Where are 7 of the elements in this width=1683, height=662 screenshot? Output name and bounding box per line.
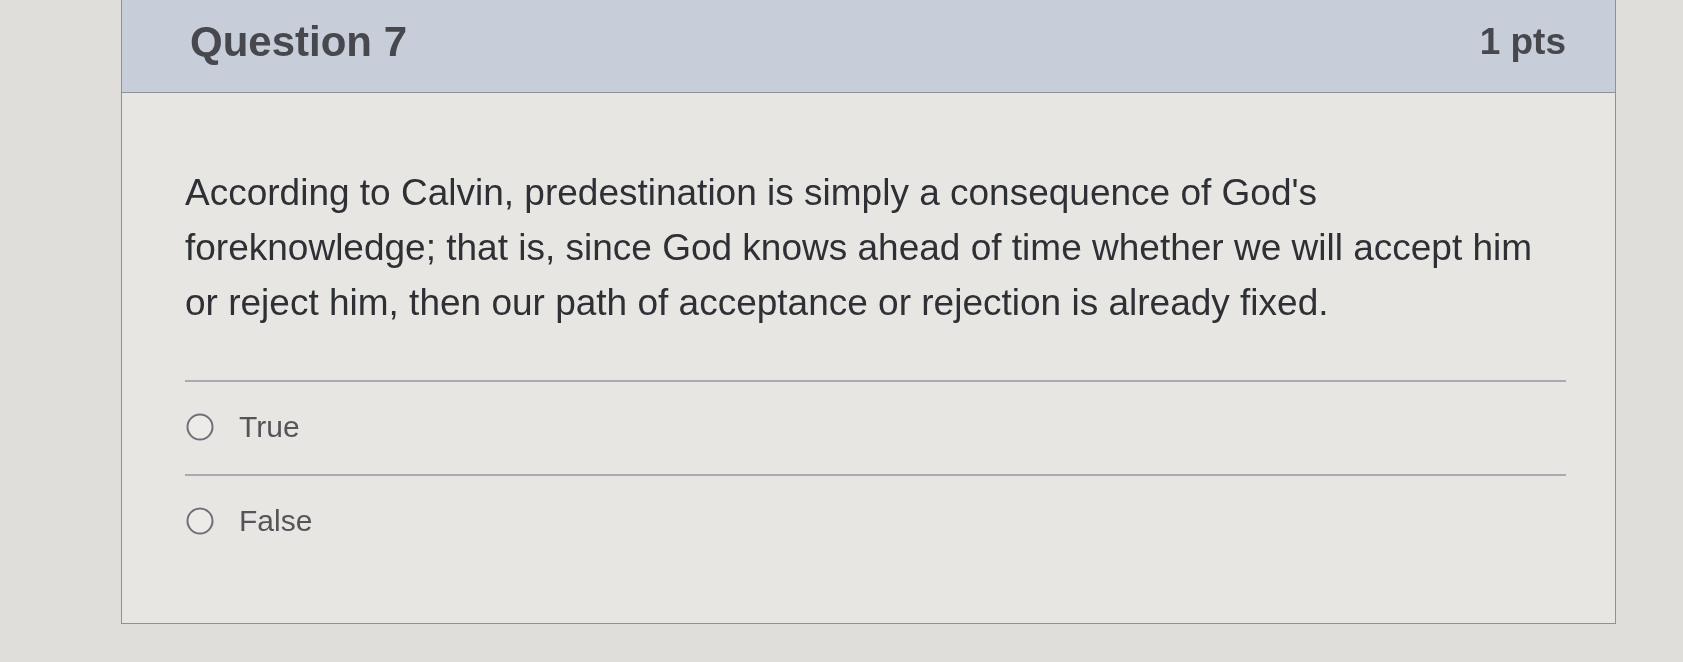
answer-label[interactable]: True bbox=[239, 410, 300, 444]
points-label: 1 pts bbox=[1479, 21, 1566, 63]
answer-label[interactable]: False bbox=[239, 504, 313, 538]
question-title: Question 7 bbox=[190, 18, 408, 66]
radio-button[interactable] bbox=[186, 413, 214, 441]
question-text: According to Calvin, predestination is simply a consequence of God's foreknowledge; that is, since God knows ahead of time whether we will accept him or reject him, then our path of acceptance or rejection is already fixed. bbox=[185, 171, 1534, 325]
radio-button[interactable] bbox=[186, 507, 214, 535]
